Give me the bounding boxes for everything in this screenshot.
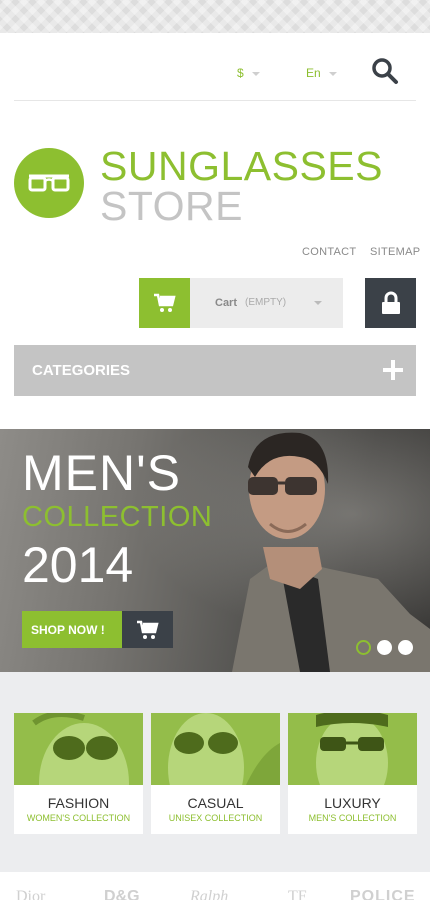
cart-icon [154,293,176,312]
chevron-down-icon [328,71,337,76]
collection-name: LUXURY [324,795,381,811]
plus-icon [383,360,403,380]
collection-name: FASHION [47,795,110,811]
slider-dot-3[interactable] [398,640,413,655]
brand-logo[interactable]: Dior [16,888,45,900]
logo-badge[interactable] [14,148,84,218]
sitemap-link[interactable]: SITEMAP [370,246,420,258]
brand-logo[interactable]: POLICE [350,888,416,900]
collection-photo [288,713,417,785]
language-value: En [306,66,321,80]
chevron-down-icon [251,71,260,76]
glasses-icon [28,174,70,192]
collection-card-casual[interactable]: CASUAL UNISEX COLLECTION [151,713,280,834]
collection-card-luxury[interactable]: LUXURY MEN'S COLLECTION [288,713,417,834]
header-bar [14,33,416,101]
currency-value: $ [237,66,244,80]
chevron-down-icon [314,301,322,305]
collection-sub: UNISEX COLLECTION [168,813,263,823]
banner-subheadline: COLLECTION [22,501,213,533]
cart-icon-button[interactable] [139,278,190,328]
categories-toggle[interactable]: CATEGORIES [14,345,416,396]
categories-label: CATEGORIES [32,362,131,379]
cart-dropdown[interactable]: Cart (EMPTY) [190,278,343,328]
collection-sub: MEN'S COLLECTION [308,813,397,823]
brand-logo[interactable]: TF [288,888,307,900]
search-icon [372,58,398,84]
search-button[interactable] [371,57,399,85]
collection-card-fashion[interactable]: FASHION WOMEN'S COLLECTION [14,713,143,834]
brand-logo[interactable]: Ralph [190,888,228,900]
top-pattern-strip [0,0,430,33]
cart-status: (EMPTY) [245,297,287,308]
collection-photo [14,713,143,785]
brand-logo[interactable]: D&G [104,888,140,900]
language-dropdown[interactable]: En [306,66,337,80]
banner-headline: MEN'S [22,445,182,501]
logo-title: SUNGLASSES [100,143,383,189]
collection-sub: WOMEN'S COLLECTION [26,813,131,823]
shop-now-label: SHOP NOW ! [31,623,105,637]
contact-link[interactable]: CONTACT [302,246,356,258]
banner-cart-button[interactable] [122,611,173,648]
currency-dropdown[interactable]: $ [237,66,260,80]
login-button[interactable] [365,278,416,328]
banner-year: 2014 [22,537,134,593]
collection-photo [151,713,280,785]
slider-dot-2[interactable] [377,640,392,655]
collection-name: CASUAL [187,795,244,811]
logo-subtitle: STORE [100,183,243,229]
lock-icon [382,291,400,314]
cart-icon [137,620,159,639]
cart-label: Cart [215,297,238,309]
slider-dot-1[interactable] [356,640,371,655]
brands-strip: Dior D&G Ralph TF POLICE [0,872,430,900]
shop-now-button[interactable]: SHOP NOW ! [22,611,122,648]
